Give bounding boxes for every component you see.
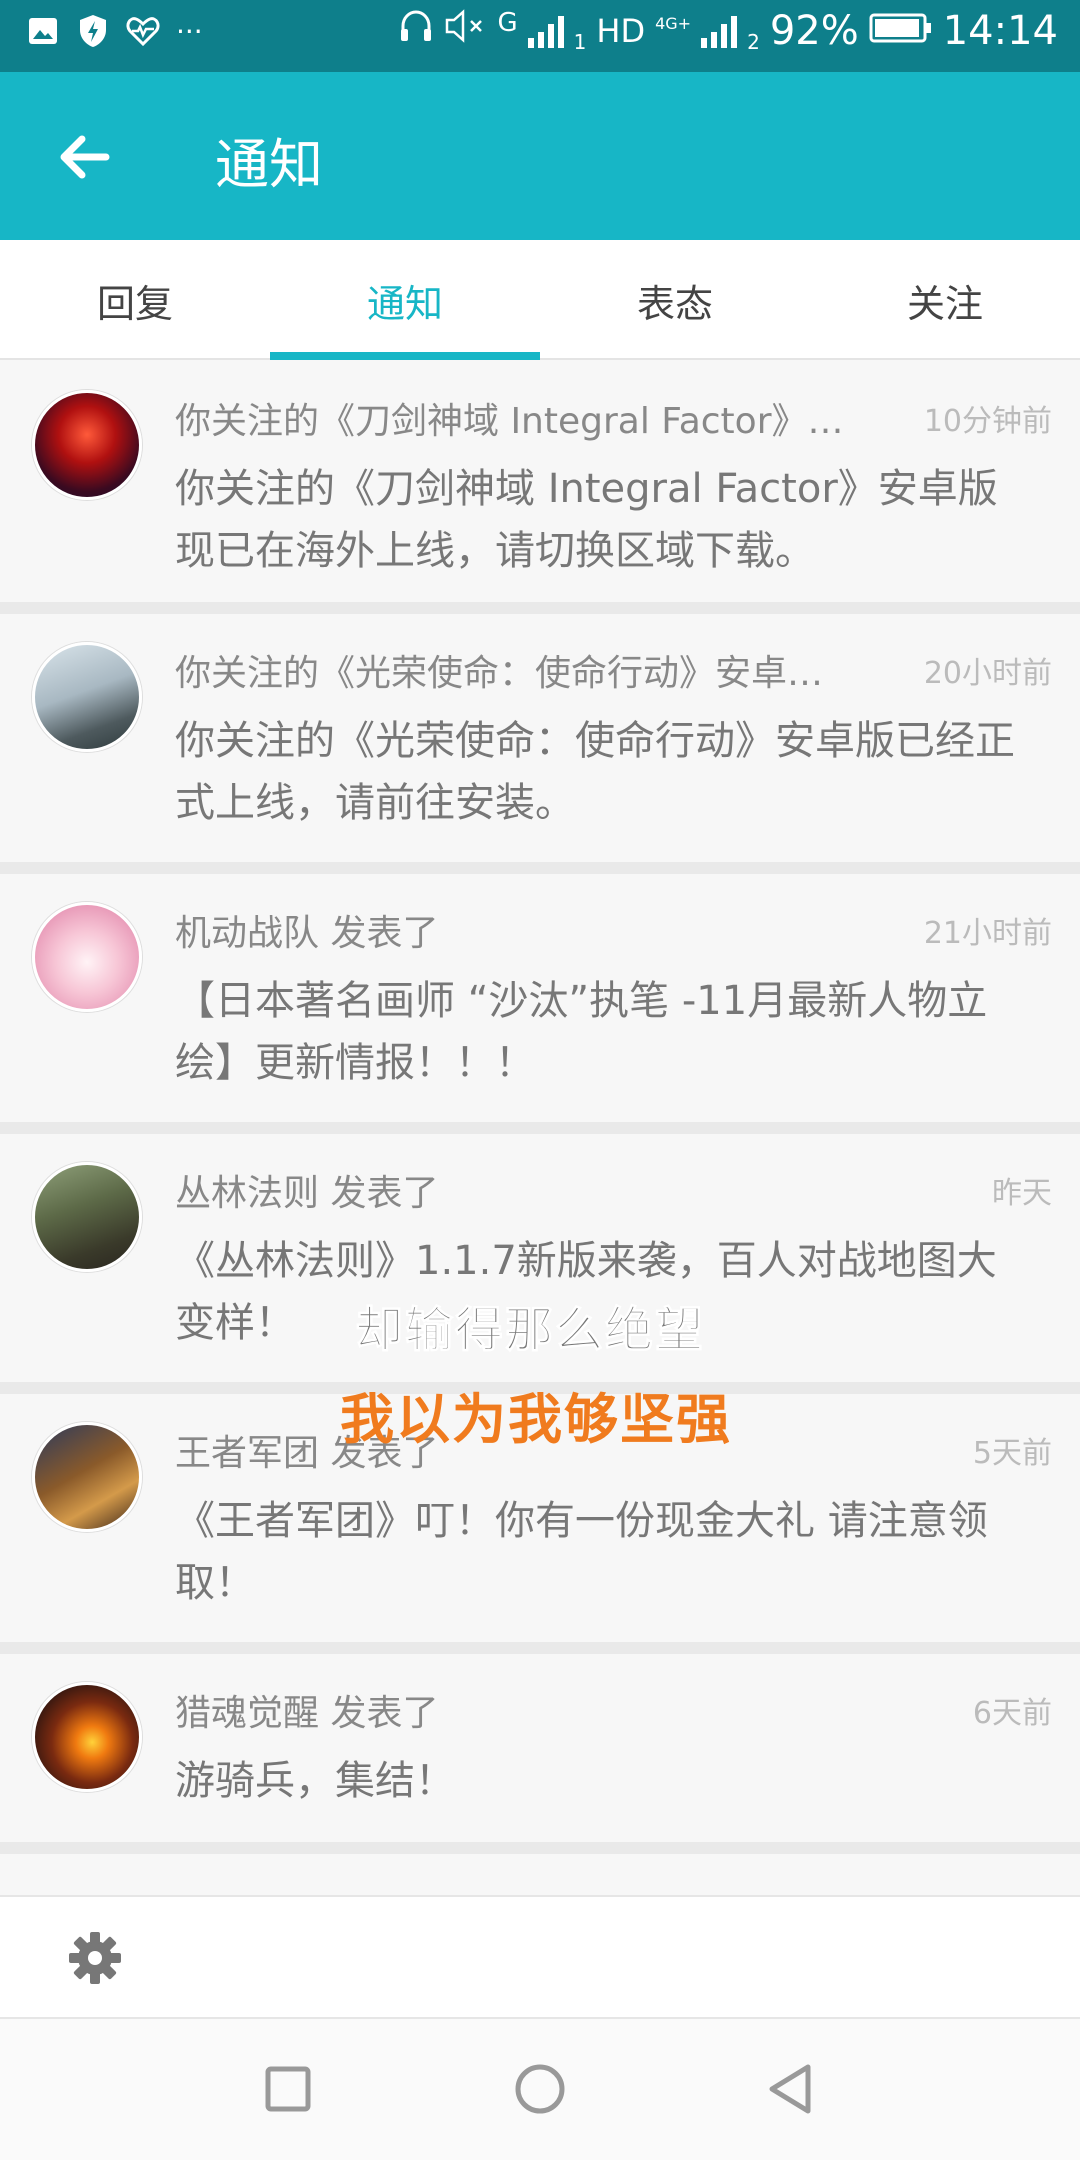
square-icon [265, 2066, 311, 2112]
item-body: 【日本著名画师 “沙汰”执笔 -11月最新人物立绘】更新情报！！！ [175, 978, 988, 1086]
tab-notifications[interactable]: 通知 [270, 240, 540, 360]
bottom-settings-bar [0, 1895, 1080, 2017]
home-button[interactable] [510, 2059, 570, 2119]
page-title: 通知 [215, 133, 323, 196]
system-nav-bar [0, 2017, 1080, 2160]
avatar [32, 390, 142, 500]
item-body: 你关注的《刀剑神域 Integral Factor》安卓版现已在海外上线，请切换… [175, 466, 998, 574]
item-title: 你关注的《刀剑神域 Integral Factor》… [175, 401, 844, 442]
overlay-caption-line1: 却输得那么绝望 [354, 1302, 706, 1359]
signal-bars-sim1-icon [527, 14, 564, 48]
overlay-caption-line2: 我以为我够坚强 [340, 1388, 732, 1451]
arrow-left-icon [60, 135, 110, 179]
tab-follows[interactable]: 关注 [810, 240, 1080, 360]
item-header: 丛林法则 发表了 昨天 [175, 1162, 1052, 1218]
back-nav-button[interactable] [760, 2059, 820, 2119]
item-title: 机动战队 发表了 [175, 913, 439, 954]
lte-label: 4G+ [655, 14, 692, 33]
tab-replies[interactable]: 回复 [0, 240, 270, 360]
list-item[interactable]: 机动战队 发表了 21小时前 【日本著名画师 “沙汰”执笔 -11月最新人物立绘… [0, 874, 1080, 1134]
list-item[interactable]: 你关注的《光荣使命：使命行动》安卓… 20小时前 你关注的《光荣使命：使命行动》… [0, 614, 1080, 874]
item-title: 猎魂觉醒 发表了 [175, 1693, 439, 1734]
recents-button[interactable] [258, 2059, 318, 2119]
item-body: 游骑兵，集结！ [175, 1758, 455, 1804]
sim1-label: 1 [573, 30, 587, 54]
battery-percent: 92% [769, 8, 859, 54]
battery-icon [869, 8, 933, 54]
tab-reactions[interactable]: 表态 [540, 240, 810, 360]
back-button[interactable] [50, 122, 120, 192]
avatar [32, 1682, 142, 1792]
app-bar: 通知 [0, 72, 1080, 240]
g-network-label: G [497, 8, 518, 38]
gear-icon [69, 1932, 121, 1984]
item-title: 你关注的《光荣使命：使命行动》安卓… [175, 653, 824, 694]
item-body: 你关注的《光荣使命：使命行动》安卓版已经正式上线，请前往安装。 [175, 718, 1015, 826]
clock: 14:14 [942, 8, 1058, 54]
avatar [32, 1422, 142, 1532]
avatar [32, 1162, 142, 1272]
signal-bars-sim2-icon [701, 14, 738, 48]
more-notifications-icon: ··· [176, 14, 203, 48]
item-header: 机动战队 发表了 21小时前 [175, 902, 1052, 958]
list-item[interactable]: 你关注的《刀剑神域 Integral Factor》… 10分钟前 你关注的《刀… [0, 362, 1080, 614]
shield-icon [76, 14, 110, 48]
headphones-icon [398, 8, 434, 54]
health-icon [126, 14, 160, 48]
list-item[interactable]: 猎魂觉醒 发表了 6天前 游骑兵，集结！ [0, 1654, 1080, 1854]
item-time: 昨天 [992, 1176, 1052, 1211]
settings-button[interactable] [66, 1929, 124, 1987]
notification-list: 你关注的《刀剑神域 Integral Factor》… 10分钟前 你关注的《刀… [0, 362, 1080, 1854]
avatar [32, 902, 142, 1012]
circle-icon [515, 2064, 565, 2114]
item-header: 猎魂觉醒 发表了 6天前 [175, 1682, 1052, 1738]
item-time: 20小时前 [923, 656, 1052, 691]
status-right-icons: G 1 HD 4G+ 2 92% 14:14 [398, 8, 1058, 54]
mute-icon [444, 8, 488, 54]
item-time: 6天前 [972, 1696, 1052, 1731]
item-body: 《王者军团》叮！你有一份现金大礼 请注意领取！ [175, 1498, 988, 1606]
item-header: 你关注的《刀剑神域 Integral Factor》… 10分钟前 [175, 390, 1052, 446]
item-time: 10分钟前 [923, 404, 1052, 439]
status-left-icons: ··· [26, 14, 203, 48]
triangle-back-icon [769, 2064, 811, 2114]
gallery-icon [26, 14, 60, 48]
item-time: 5天前 [972, 1436, 1052, 1471]
item-title: 丛林法则 发表了 [175, 1173, 439, 1214]
item-time: 21小时前 [923, 916, 1052, 951]
hd-label: HD [596, 12, 646, 50]
item-header: 你关注的《光荣使命：使命行动》安卓… 20小时前 [175, 642, 1052, 698]
status-bar: ··· G 1 HD 4G+ 2 92% 14:14 [0, 0, 1080, 72]
tab-bar: 回复 通知 表态 关注 [0, 240, 1080, 360]
sim2-label: 2 [747, 30, 760, 54]
avatar [32, 642, 142, 752]
